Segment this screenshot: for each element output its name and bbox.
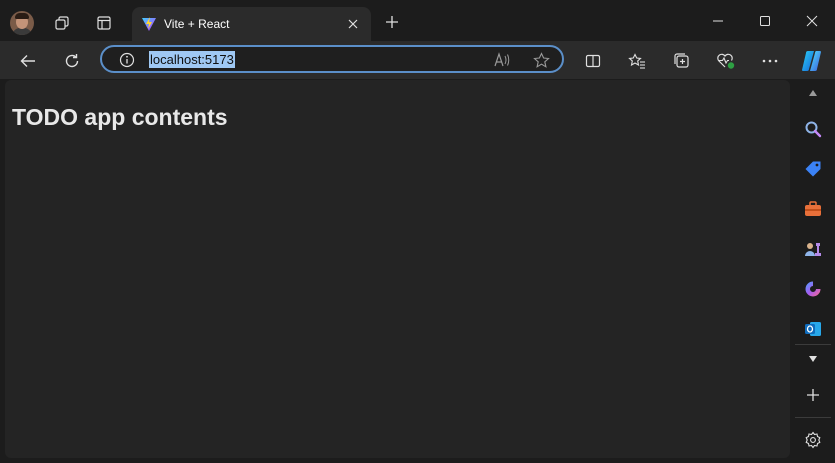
new-tab-button[interactable] [380, 10, 404, 34]
url-text[interactable]: localhost:5173 [149, 51, 235, 68]
toolbar: localhost:5173 [0, 41, 835, 79]
close-tab-icon[interactable] [345, 16, 361, 32]
collections-icon[interactable] [668, 47, 696, 75]
add-icon[interactable] [799, 381, 827, 409]
title-bar: Vite + React [0, 0, 835, 41]
edge-sidebar [791, 79, 835, 463]
info-icon[interactable] [118, 51, 136, 69]
favorites-icon[interactable] [623, 47, 651, 75]
vite-icon [141, 16, 157, 32]
split-screen-icon[interactable] [579, 47, 607, 75]
page-viewport: TODO app contents [5, 80, 790, 458]
close-window-button[interactable] [789, 5, 835, 37]
maximize-button[interactable] [742, 5, 788, 37]
favorite-star-icon[interactable] [531, 51, 551, 69]
active-tab[interactable]: Vite + React [132, 7, 371, 41]
settings-icon[interactable] [799, 426, 827, 454]
back-icon[interactable] [14, 47, 42, 75]
minimize-icon [713, 20, 723, 22]
tools-icon[interactable] [799, 195, 827, 223]
search-icon[interactable] [799, 115, 827, 143]
sidebar-divider-bottom [795, 417, 831, 418]
microsoft-365-icon[interactable] [799, 275, 827, 303]
page-heading: TODO app contents [12, 104, 228, 130]
tab-actions-icon[interactable] [90, 9, 118, 37]
close-icon [806, 15, 818, 27]
address-bar[interactable]: localhost:5173 [100, 45, 564, 73]
copilot-icon[interactable] [798, 47, 826, 75]
more-icon[interactable] [756, 47, 784, 75]
tab-title: Vite + React [164, 17, 230, 31]
shopping-tag-icon[interactable] [799, 155, 827, 183]
scroll-up-icon[interactable] [799, 79, 827, 107]
games-icon[interactable] [799, 235, 827, 263]
refresh-icon[interactable] [58, 47, 86, 75]
avatar[interactable] [10, 11, 34, 35]
maximize-icon [760, 16, 770, 26]
minimize-button[interactable] [695, 5, 741, 37]
browser-essentials-icon[interactable] [712, 47, 740, 75]
outlook-icon[interactable] [799, 315, 827, 343]
scroll-down-icon[interactable] [799, 345, 827, 373]
workspaces-icon[interactable] [48, 9, 76, 37]
read-aloud-icon[interactable] [492, 51, 512, 69]
